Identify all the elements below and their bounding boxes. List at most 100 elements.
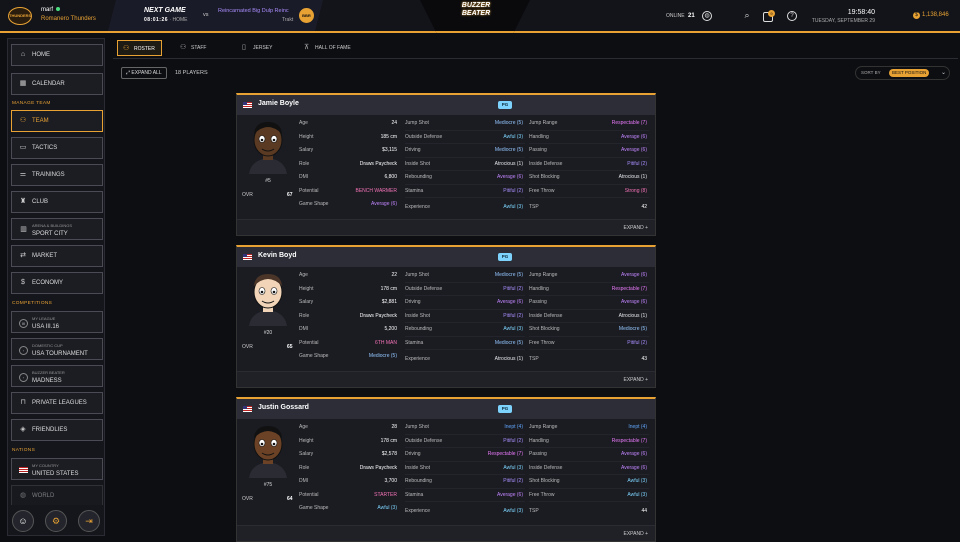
sidebar-item-world[interactable]: ◍ WORLD [11, 485, 103, 507]
sidebar-item-label: SPORT CITY [32, 231, 68, 237]
sidebar-item-calendar[interactable]: ▦ CALENDAR [11, 73, 103, 95]
buzzerbeater-logo[interactable]: BUZZER BEATER [420, 0, 530, 33]
tab-staff[interactable]: ⚇ STAFF [175, 40, 206, 56]
handshake-icon: ◈ [20, 426, 26, 433]
attr-label: Shot Blocking [529, 174, 560, 180]
attr-value: $2,881 [381, 299, 397, 305]
attr-row-inside-shot: Inside Shot Pitiful (2) [405, 310, 525, 323]
sidebar-item-sublabel: DOMESTIC CUP [32, 343, 63, 348]
attr-label: Inside Shot [405, 312, 431, 319]
ovr-value: 67 [287, 192, 293, 198]
tab-label: ROSTER [134, 46, 155, 52]
attr-label: Handling [529, 437, 549, 444]
sidebar-item-economy[interactable]: $ ECONOMY [11, 272, 103, 294]
attr-row-free-throw: Free Throw Strong (8) [529, 185, 649, 198]
sidebar-item-madness[interactable]: ◦ BUZZER BEATER MADNESS [11, 365, 103, 387]
attr-label: TSP [529, 356, 539, 362]
sidebar-item-friendlies[interactable]: ◈ FRIENDLIES [11, 419, 103, 441]
player-name[interactable]: Justin Gossard [258, 404, 309, 411]
attr-row-inside-shot: Inside Shot Atrocious (1) [405, 158, 525, 171]
attr-row-handling: Handling Respectable (7) [529, 283, 649, 296]
attr-value: Average (6) [496, 299, 523, 305]
attr-label: Potential [299, 491, 319, 498]
home-icon: ⌂ [20, 51, 26, 58]
section-competitions: COMPETITIONS [12, 301, 53, 306]
attr-label: Experience [405, 204, 431, 210]
player-avatar[interactable] [245, 422, 291, 478]
sidebar-item-label: PRIVATE LEAGUES [32, 400, 87, 406]
sidebar-item-home[interactable]: ⌂ HOME [11, 44, 103, 66]
settings-icon[interactable]: ⚙ [45, 510, 67, 532]
help-icon[interactable]: ? [787, 11, 797, 21]
attr-value: Draws Paycheck [359, 312, 397, 319]
attr-label: DMI [299, 478, 309, 484]
countdown-time: 08:01:26 [144, 17, 169, 23]
search-icon[interactable]: ⌕ [742, 11, 752, 21]
skills-column-right: Jump Range Inept (4) Handling Respectable (… [529, 421, 649, 519]
tab-jersey[interactable]: ▯ JERSEY [237, 40, 272, 56]
attr-value: Strong (8) [624, 187, 647, 194]
expand-button[interactable]: EXPAND + [624, 531, 649, 537]
sidebar-item-league[interactable]: lll MY LEAGUE USA III.16 [11, 311, 103, 333]
player-card[interactable]: Justin Gossard PG #75 OVR 64 Age 28 Height… [236, 397, 656, 542]
sidebar-item-cup[interactable]: ◦ DOMESTIC CUP USA TOURNAMENT [11, 338, 103, 360]
lock-icon: ⊓ [20, 399, 26, 406]
sort-dropdown[interactable]: SORT BY BEST POSITION ⌄ [855, 66, 950, 80]
player-name[interactable]: Jamie Boyle [258, 100, 299, 107]
attr-row-tsp: TSP 44 [529, 505, 649, 519]
sidebar-item-country[interactable]: MY COUNTRY UNITED STATES [11, 458, 103, 480]
sidebar-item-arena[interactable]: ▥ ARENA & BUILDINGS SPORT CITY [11, 218, 103, 240]
attr-value: Respectable (7) [611, 437, 647, 444]
attr-value: Average (6) [620, 272, 647, 278]
attr-label: Salary [299, 451, 314, 457]
tab-hall-of-fame[interactable]: ⊼ HALL OF FAME [299, 40, 351, 56]
sidebar-item-tactics[interactable]: ▭ TACTICS [11, 137, 103, 159]
player-avatar[interactable] [245, 270, 291, 326]
player-avatar[interactable] [245, 118, 291, 174]
sidebar-item-trainings[interactable]: ⚌ TRAININGS [11, 164, 103, 186]
attr-label: Rebounding [405, 174, 432, 180]
skills-column-left: Jump Shot Mediocre (5) Outside Defense Piti… [405, 269, 525, 367]
attr-row-salary: Salary $2,578 [299, 448, 399, 462]
player-name[interactable]: Kevin Boyd [258, 252, 297, 259]
player-card[interactable]: Kevin Boyd PG #20 OVR 65 Age 22 Height 178 … [236, 245, 656, 388]
online-count: ONLINE 21 [666, 13, 695, 19]
logout-icon[interactable]: ⇥ [78, 510, 100, 532]
sidebar-item-private-leagues[interactable]: ⊓ PRIVATE LEAGUES [11, 392, 103, 414]
ovr-label: OVR [242, 344, 253, 350]
globe-icon[interactable]: ◍ [702, 11, 712, 21]
roster-icon: ⚇ [123, 45, 130, 52]
attr-value: Pitiful (2) [503, 437, 523, 444]
attr-value: Average (6) [496, 491, 523, 498]
attr-label: Rebounding [405, 478, 432, 484]
next-game-panel[interactable]: NEXT GAME 08:01:26 · HOME vs Reincarnate… [108, 0, 323, 31]
attr-value: Awful (3) [503, 464, 523, 471]
sidebar-item-sublabel: MY LEAGUE [32, 316, 56, 321]
coins-balance[interactable]: $1,138,846 [913, 12, 949, 19]
profile-icon[interactable]: ☺ [12, 510, 34, 532]
sidebar-item-club[interactable]: ♜ CLUB [11, 191, 103, 213]
attr-value: 43 [641, 356, 647, 362]
tab-roster[interactable]: ⚇ ROSTER [117, 40, 162, 56]
attr-row-age: Age 28 [299, 421, 399, 435]
tab-label: HALL OF FAME [315, 45, 351, 51]
skills-column-right: Jump Range Average (6) Handling Respectable… [529, 269, 649, 367]
player-card[interactable]: Jamie Boyle PG #5 OVR 67 Age 24 Height 185 … [236, 93, 656, 236]
attr-value: Respectable (7) [611, 285, 647, 292]
attr-row-outside-defense: Outside Defense Pitiful (2) [405, 283, 525, 296]
sidebar-item-team[interactable]: ⚇ TEAM [11, 110, 103, 132]
team-logo[interactable]: THUNDERS [8, 7, 32, 25]
attr-value: Awful (3) [503, 204, 523, 210]
attr-label: Shot Blocking [529, 326, 560, 332]
card-footer: EXPAND + [237, 219, 655, 235]
attr-label: Rebounding [405, 326, 432, 332]
expand-button[interactable]: EXPAND + [624, 225, 649, 231]
attr-value: Average (6) [370, 201, 397, 207]
expand-button[interactable]: EXPAND + [624, 377, 649, 383]
attr-row-height: Height 178 cm [299, 435, 399, 449]
jersey-icon: ▯ [242, 44, 246, 51]
expand-all-button[interactable]: ⤢ EXPAND ALL [121, 67, 167, 79]
user-info[interactable]: marf Romanero Thunders [41, 7, 96, 22]
attr-value: Pitiful (2) [503, 285, 523, 292]
sidebar-item-market[interactable]: ⇄ MARKET [11, 245, 103, 267]
